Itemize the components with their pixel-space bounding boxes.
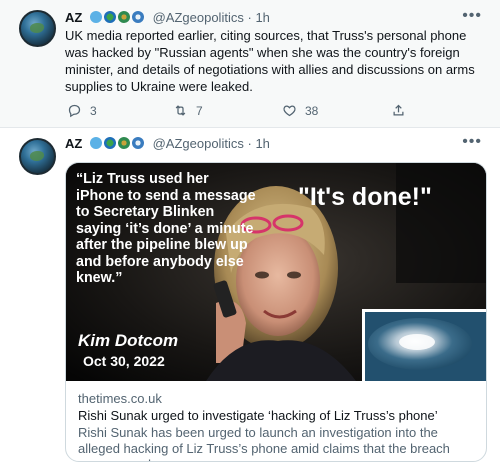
more-horizontal-icon[interactable]: ••• (462, 134, 482, 150)
card-image[interactable]: “Liz Truss used her iPhone to send a mes… (66, 163, 486, 381)
reply-count: 3 (90, 103, 97, 118)
like-count: 38 (305, 103, 319, 118)
tweet-header: AZ @AZgeopolitics · 1h (65, 136, 270, 152)
card-title[interactable]: Rishi Sunak urged to investigate ‘hackin… (78, 408, 474, 424)
timestamp[interactable]: 1h (255, 10, 269, 25)
author-name[interactable]: AZ (65, 10, 82, 25)
image-headline: "It's done!" (298, 183, 432, 211)
globe-emoji-icon (103, 11, 116, 23)
image-author: Kim Dotcom (78, 331, 179, 350)
tweet-actions: 3 7 38 (65, 103, 404, 119)
reply-button[interactable]: 3 (67, 103, 97, 118)
image-date: Oct 30, 2022 (83, 353, 165, 369)
retweet-icon (175, 105, 186, 116)
tweet[interactable]: AZ @AZgeopolitics · 1h ••• UK media repo… (0, 0, 500, 128)
avatar[interactable] (19, 10, 56, 47)
author-handle[interactable]: @AZgeopolitics (153, 10, 244, 25)
sparkle-emoji-icon (89, 11, 102, 23)
globe-emoji-icon (131, 11, 144, 23)
separator: · (247, 10, 252, 25)
reply-icon (68, 104, 81, 118)
share-button[interactable] (391, 103, 406, 118)
author-name[interactable]: AZ (65, 136, 82, 151)
profile-emojis (89, 10, 146, 26)
timestamp[interactable]: 1h (255, 136, 269, 151)
tweet-text: UK media reported earlier, citing source… (65, 28, 475, 94)
globe-emoji-icon (131, 137, 144, 149)
inset-sea-photo (362, 309, 486, 381)
retweet-count: 7 (196, 103, 203, 118)
heart-icon (283, 105, 296, 117)
author-handle[interactable]: @AZgeopolitics (153, 136, 244, 151)
globe-emoji-icon (103, 137, 116, 149)
tweet-header: AZ @AZgeopolitics · 1h (65, 10, 270, 26)
globe-emoji-icon (117, 11, 130, 23)
share-icon (393, 104, 404, 116)
sparkle-emoji-icon (89, 137, 102, 149)
card-description: Rishi Sunak has been urged to launch an … (78, 425, 450, 461)
card-meta[interactable]: thetimes.co.uk Rishi Sunak urged to inve… (66, 381, 486, 461)
tweet[interactable]: AZ @AZgeopolitics · 1h ••• “Liz Truss us… (0, 128, 500, 474)
image-quote: “Liz Truss used her iPhone to send a mes… (76, 171, 256, 286)
sea-photo (365, 312, 486, 381)
separator: · (247, 136, 252, 151)
avatar[interactable] (19, 138, 56, 175)
card-domain: thetimes.co.uk (78, 391, 162, 406)
globe-emoji-icon (117, 137, 130, 149)
like-button[interactable]: 38 (282, 103, 318, 118)
more-horizontal-icon[interactable]: ••• (462, 8, 482, 24)
profile-emojis (89, 136, 146, 152)
retweet-button[interactable]: 7 (173, 103, 203, 118)
link-card[interactable]: “Liz Truss used her iPhone to send a mes… (65, 162, 487, 462)
